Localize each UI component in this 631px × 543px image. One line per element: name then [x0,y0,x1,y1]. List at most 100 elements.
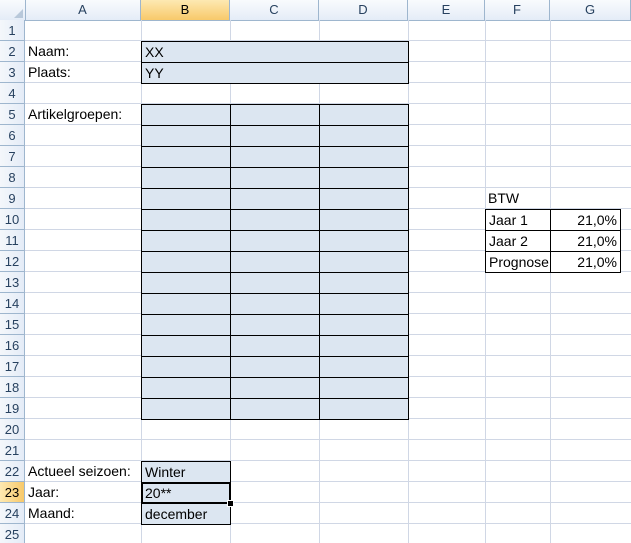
fill-handle[interactable] [227,500,234,507]
column-header-g[interactable]: G [550,0,631,20]
artikelgroep-cell[interactable] [230,125,320,147]
btw-row-label[interactable]: Jaar 2 [485,230,551,252]
maand-label: Maand: [28,505,75,521]
row-header[interactable]: 21 [0,440,25,461]
artikelgroep-cell[interactable] [319,167,409,189]
artikelgroep-cell[interactable] [141,314,231,336]
column-header-a[interactable]: A [25,0,141,20]
artikelgroep-cell[interactable] [319,251,409,273]
artikelgroep-cell[interactable] [230,314,320,336]
artikelgroep-cell[interactable] [230,167,320,189]
artikelgroep-cell[interactable] [230,377,320,399]
row-header[interactable]: 3 [0,62,25,83]
artikelgroep-cell[interactable] [319,146,409,168]
artikelgroep-cell[interactable] [141,398,231,420]
artikelgroep-cell[interactable] [230,251,320,273]
artikelgroep-cell[interactable] [230,146,320,168]
select-all-button[interactable] [0,0,26,20]
artikelgroep-cell[interactable] [319,230,409,252]
row-header[interactable]: 22 [0,461,25,482]
column-header-f[interactable]: F [485,0,550,20]
gridline [550,20,551,543]
column-header-bar: A B C D E F G [0,0,631,21]
artikelgroep-cell[interactable] [319,125,409,147]
gridline [485,20,486,543]
artikelgroep-cell[interactable] [319,356,409,378]
btw-title: BTW [488,190,520,206]
row-header[interactable]: 13 [0,272,25,293]
naam-input-cell[interactable]: XX [141,41,409,63]
row-header[interactable]: 10 [0,209,25,230]
artikelgroep-cell[interactable] [141,356,231,378]
artikelgroep-cell[interactable] [141,230,231,252]
btw-row-label[interactable]: Prognose [485,251,551,273]
artikelgroep-cell[interactable] [319,104,409,126]
artikelgroep-cell[interactable] [319,293,409,315]
row-header[interactable]: 11 [0,230,25,251]
artikelgroep-cell[interactable] [141,335,231,357]
artikelgroep-cell[interactable] [230,335,320,357]
row-header[interactable]: 5 [0,104,25,125]
artikelgroep-cell[interactable] [141,377,231,399]
artikelgroep-cell[interactable] [230,272,320,294]
artikelgroep-cell[interactable] [319,209,409,231]
row-header[interactable]: 25 [0,524,25,543]
jaar-label: Jaar: [28,484,60,500]
row-header[interactable]: 16 [0,335,25,356]
artikelgroep-cell[interactable] [230,356,320,378]
row-header[interactable]: 7 [0,146,25,167]
artikelgroep-cell[interactable] [141,251,231,273]
row-header[interactable]: 8 [0,167,25,188]
naam-label: Naam: [28,43,70,59]
row-header[interactable]: 12 [0,251,25,272]
artikelgroep-cell[interactable] [230,230,320,252]
row-header[interactable]: 2 [0,41,25,62]
row-header[interactable]: 14 [0,293,25,314]
row-header[interactable]: 24 [0,503,25,524]
btw-row-value[interactable]: 21,0% [550,209,621,231]
artikelgroep-cell[interactable] [141,125,231,147]
maand-input-cell[interactable]: december [141,503,231,525]
actueel-seizoen-input-cell[interactable]: Winter [141,461,231,483]
btw-row-value[interactable]: 21,0% [550,230,621,252]
artikelgroep-cell[interactable] [230,104,320,126]
row-header[interactable]: 9 [0,188,25,209]
artikelgroep-cell[interactable] [319,335,409,357]
row-header[interactable]: 6 [0,125,25,146]
spreadsheet: A B C D E F G 1 2 3 4 5 6 7 8 9 10 11 12 13 14 15 16 17 1… [0,0,631,543]
artikelgroep-cell[interactable] [230,398,320,420]
row-header[interactable]: 4 [0,83,25,104]
row-header[interactable]: 17 [0,356,25,377]
artikelgroep-cell[interactable] [319,272,409,294]
gridline [25,439,631,440]
artikelgroep-cell[interactable] [319,188,409,210]
actueel-seizoen-label: Actueel seizoen: [28,463,131,479]
btw-row-label[interactable]: Jaar 1 [485,209,551,231]
artikelgroep-cell[interactable] [141,293,231,315]
column-header-c[interactable]: C [230,0,319,20]
artikelgroep-cell[interactable] [141,188,231,210]
row-header[interactable]: 23 [0,482,25,503]
plaats-input-cell[interactable]: YY [141,62,409,84]
row-header[interactable]: 19 [0,398,25,419]
artikelgroep-cell[interactable] [141,272,231,294]
artikelgroep-cell[interactable] [319,377,409,399]
column-header-b[interactable]: B [141,0,230,20]
row-header[interactable]: 15 [0,314,25,335]
artikelgroep-cell[interactable] [141,167,231,189]
row-header[interactable]: 20 [0,419,25,440]
artikelgroep-cell[interactable] [319,314,409,336]
artikelgroep-cell[interactable] [230,209,320,231]
artikelgroep-cell[interactable] [141,209,231,231]
artikelgroep-cell[interactable] [141,104,231,126]
jaar-input-cell[interactable]: 20** [141,482,231,504]
row-header[interactable]: 18 [0,377,25,398]
artikelgroep-cell[interactable] [319,398,409,420]
column-header-e[interactable]: E [408,0,485,20]
artikelgroep-cell[interactable] [230,188,320,210]
column-header-d[interactable]: D [319,0,408,20]
btw-row-value[interactable]: 21,0% [550,251,621,273]
artikelgroep-cell[interactable] [141,146,231,168]
row-header[interactable]: 1 [0,20,25,41]
artikelgroep-cell[interactable] [230,293,320,315]
